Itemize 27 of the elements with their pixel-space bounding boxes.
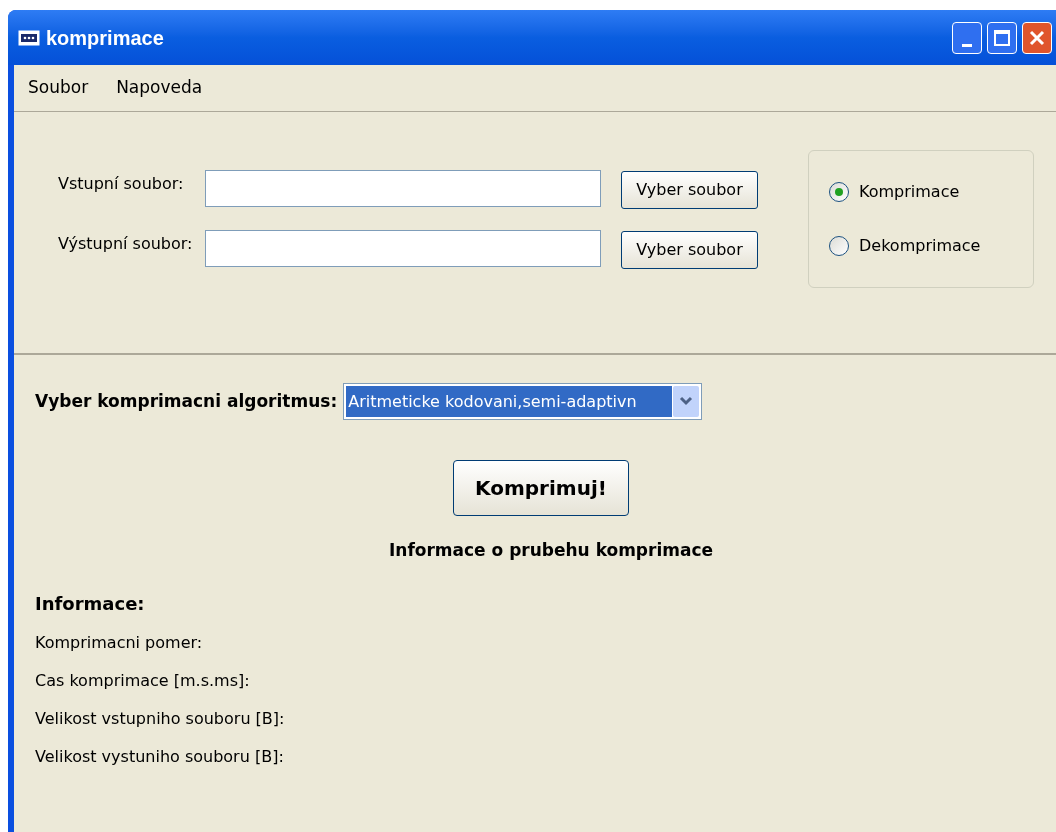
field-label: Vstupní soubor: (57, 173, 185, 195)
radio-button[interactable] (829, 182, 849, 202)
menu-item[interactable]: Napoveda (116, 75, 203, 101)
algorithm-label: Vyber komprimacni algoritmus: (35, 389, 338, 413)
menu-item[interactable]: Soubor (28, 75, 89, 101)
progress-heading: Informace o prubehu komprimace (388, 539, 714, 562)
compress-button[interactable]: Komprimuj! (453, 460, 629, 516)
info-label: Komprimacni pomer: (35, 631, 204, 654)
browse-button[interactable]: Vyber soubor (621, 171, 758, 209)
radio-label: Dekomprimace (859, 235, 981, 257)
radio-label: Komprimace (859, 181, 960, 203)
close-icon (1029, 29, 1045, 46)
maximize-button[interactable] (987, 21, 1017, 54)
browse-button[interactable]: Vyber soubor (621, 231, 758, 269)
info-label: Velikost vystuniho souboru [B]: (35, 745, 285, 768)
window-icon (18, 29, 40, 46)
info-heading: Informace: (35, 591, 146, 616)
info-label: Cas komprimace [m.s.ms]: (35, 669, 251, 692)
window-title: komprimace (46, 25, 164, 51)
file-path-field[interactable] (205, 169, 601, 207)
minimize-button[interactable] (952, 21, 982, 54)
file-path-field[interactable] (205, 229, 601, 267)
info-label: Velikost vstupniho souboru [B]: (35, 707, 286, 730)
close-button[interactable] (1022, 21, 1052, 54)
radio-button[interactable] (829, 236, 849, 256)
field-label: Výstupní soubor: (57, 233, 194, 255)
algorithm-select[interactable]: Aritmeticke kodovani,semi-adaptivn (343, 383, 703, 420)
